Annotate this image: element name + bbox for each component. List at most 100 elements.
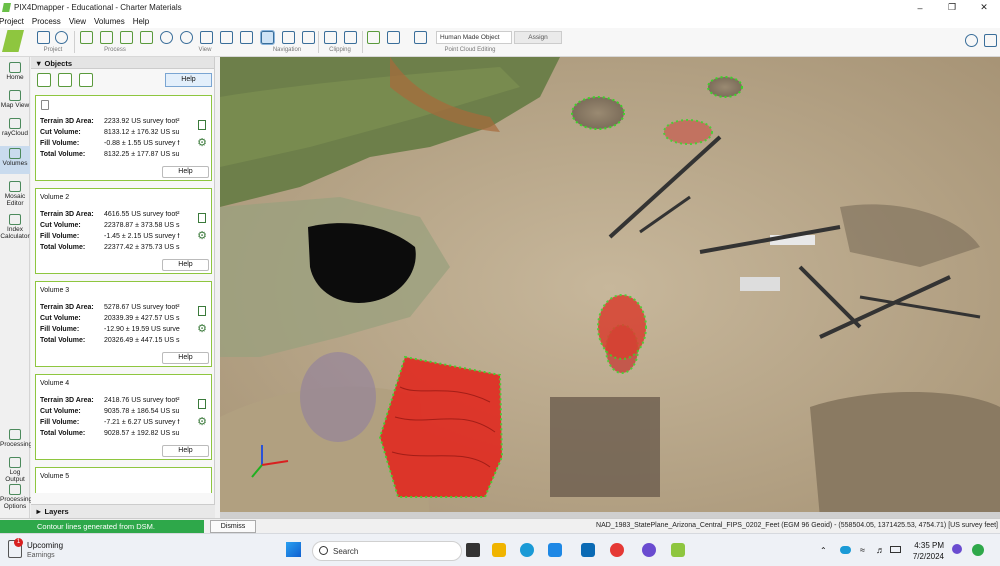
notification-icon[interactable] (952, 544, 962, 554)
volume-icon[interactable]: ♬ (876, 545, 885, 555)
zoom-fit-icon[interactable] (200, 31, 213, 44)
gear-icon[interactable]: ⚙ (197, 229, 207, 242)
user-icon[interactable] (965, 34, 978, 47)
objects-panel: ▼ Objects Help Terrain 3D Area: 2233.92 U… (31, 57, 215, 518)
objects-header[interactable]: ▼ Objects (31, 57, 214, 69)
chevron-up-icon[interactable]: ⌃ (820, 546, 827, 555)
divider (318, 31, 319, 53)
copilot-icon[interactable] (972, 544, 984, 556)
mosaic-icon (9, 181, 21, 192)
process-step3-icon[interactable] (120, 31, 133, 44)
volume-help-button[interactable]: Help (162, 166, 209, 178)
volume-outline[interactable] (663, 119, 713, 145)
battery-icon[interactable] (890, 546, 901, 553)
raycloud-3d-view[interactable] (220, 57, 1000, 518)
group-point-cloud-editing-label: Point Cloud Editing (444, 47, 496, 53)
volume-outline[interactable] (597, 294, 647, 360)
report-icon[interactable] (198, 120, 206, 130)
cut-volume-value: 20339.39 ± 427.57 US s (104, 315, 180, 322)
sidebar-item-index-calculator[interactable]: Index Calculator (0, 214, 30, 240)
sidebar-item-raycloud[interactable]: rayCloud (0, 118, 30, 137)
sidebar-item-home[interactable]: Home (0, 62, 30, 81)
volume-card[interactable]: Volume 2 Terrain 3D Area: 4616.55 US surv… (35, 188, 212, 274)
assign-button[interactable]: Assign (514, 31, 562, 44)
volume-1-outline[interactable] (571, 96, 625, 130)
edit-pen-icon[interactable] (367, 31, 380, 44)
collapse-icon[interactable] (240, 31, 253, 44)
sidebar-item-mosaic-editor[interactable]: Mosaic Editor (0, 181, 30, 207)
help-center-icon[interactable] (984, 34, 997, 47)
project-icon[interactable] (37, 31, 50, 44)
select-icon[interactable] (387, 31, 400, 44)
clock-time[interactable]: 4:35 PM (914, 541, 944, 550)
volume-title: Volume 4 (40, 380, 70, 387)
maximize-icon[interactable]: ❐ (936, 0, 968, 15)
menu-project[interactable]: Project (0, 17, 28, 26)
volume-help-button[interactable]: Help (162, 259, 209, 271)
process-step1-icon[interactable] (80, 31, 93, 44)
widget-title[interactable]: Upcoming (27, 541, 63, 550)
processing-icon (9, 429, 21, 440)
sidebar-item-processing-options[interactable]: Processing Options (0, 484, 32, 510)
wifi-icon[interactable]: ≈ (860, 545, 865, 555)
clipping-toggle-icon[interactable] (344, 31, 357, 44)
expand-icon[interactable] (220, 31, 233, 44)
color-swatch-icon[interactable] (414, 31, 427, 44)
report-icon[interactable] (198, 306, 206, 316)
menu-process[interactable]: Process (28, 17, 65, 26)
edge-icon[interactable] (520, 543, 534, 557)
report-icon[interactable] (198, 213, 206, 223)
gear-icon[interactable]: ⚙ (197, 322, 207, 335)
windows-start-icon[interactable] (286, 542, 301, 557)
layers-header[interactable]: ► Layers (31, 504, 215, 518)
terrain-area-value: 2233.92 US survey foot² (104, 118, 180, 125)
clock-date[interactable]: 7/2/2024 (910, 552, 944, 561)
process-step4-icon[interactable] (140, 31, 153, 44)
import-volume-icon[interactable] (58, 73, 72, 87)
app-icon[interactable] (581, 543, 595, 557)
sidebar-item-processing[interactable]: Processing (0, 429, 32, 448)
class-dropdown[interactable]: Human Made Object (436, 31, 512, 44)
window-title: PIX4Dmapper - Educational - Charter Mate… (14, 3, 182, 12)
new-volume-icon[interactable] (37, 73, 51, 87)
volume-help-button[interactable]: Help (162, 352, 209, 364)
dismiss-button[interactable]: Dismiss (210, 520, 256, 533)
pan-navigation-icon[interactable] (260, 30, 275, 45)
process-step2-icon[interactable] (100, 31, 113, 44)
file-explorer-icon[interactable] (492, 543, 506, 557)
menu-volumes[interactable]: Volumes (90, 17, 129, 26)
coordinate-readout: NAD_1983_StatePlane_Arizona_Central_FIPS… (596, 522, 998, 529)
clipping-box-icon[interactable] (324, 31, 337, 44)
volume-outline[interactable] (707, 76, 743, 98)
chrome-icon[interactable] (610, 543, 624, 557)
volume-card[interactable]: Volume 5 (35, 467, 212, 493)
minimize-icon[interactable]: – (904, 0, 936, 15)
task-view-icon[interactable] (466, 543, 480, 557)
target-icon[interactable] (55, 31, 68, 44)
menu-help[interactable]: Help (129, 17, 153, 26)
gear-icon[interactable]: ⚙ (197, 136, 207, 149)
zoom-out-icon[interactable] (180, 31, 193, 44)
sidebar-item-map-view[interactable]: Map View (0, 90, 30, 109)
menu-view[interactable]: View (65, 17, 90, 26)
volume-card[interactable]: Volume 4 Terrain 3D Area: 2418.76 US surv… (35, 374, 212, 460)
zoom-in-icon[interactable] (160, 31, 173, 44)
chrome-profile-icon[interactable] (642, 543, 656, 557)
volume-card[interactable]: Volume 3 Terrain 3D Area: 5278.67 US surv… (35, 281, 212, 367)
gear-icon[interactable]: ⚙ (197, 415, 207, 428)
volume-help-button[interactable]: Help (162, 445, 209, 457)
store-icon[interactable] (548, 543, 562, 557)
report-icon[interactable] (198, 399, 206, 409)
onedrive-icon[interactable] (840, 546, 851, 554)
taskbar-search[interactable]: Search (312, 541, 462, 561)
export-volume-icon[interactable] (79, 73, 93, 87)
orbit-icon[interactable] (282, 31, 295, 44)
pix4d-taskbar-icon[interactable] (671, 543, 685, 557)
home-icon (9, 62, 21, 73)
trackball-icon[interactable] (302, 31, 315, 44)
objects-help-button[interactable]: Help (165, 73, 212, 87)
sidebar-item-log-output[interactable]: Log Output (0, 457, 30, 483)
sidebar-item-volumes[interactable]: Volumes (0, 146, 30, 174)
close-icon[interactable]: ✕ (968, 0, 1000, 15)
volume-card[interactable]: Terrain 3D Area: 2233.92 US survey foot² … (35, 95, 212, 181)
